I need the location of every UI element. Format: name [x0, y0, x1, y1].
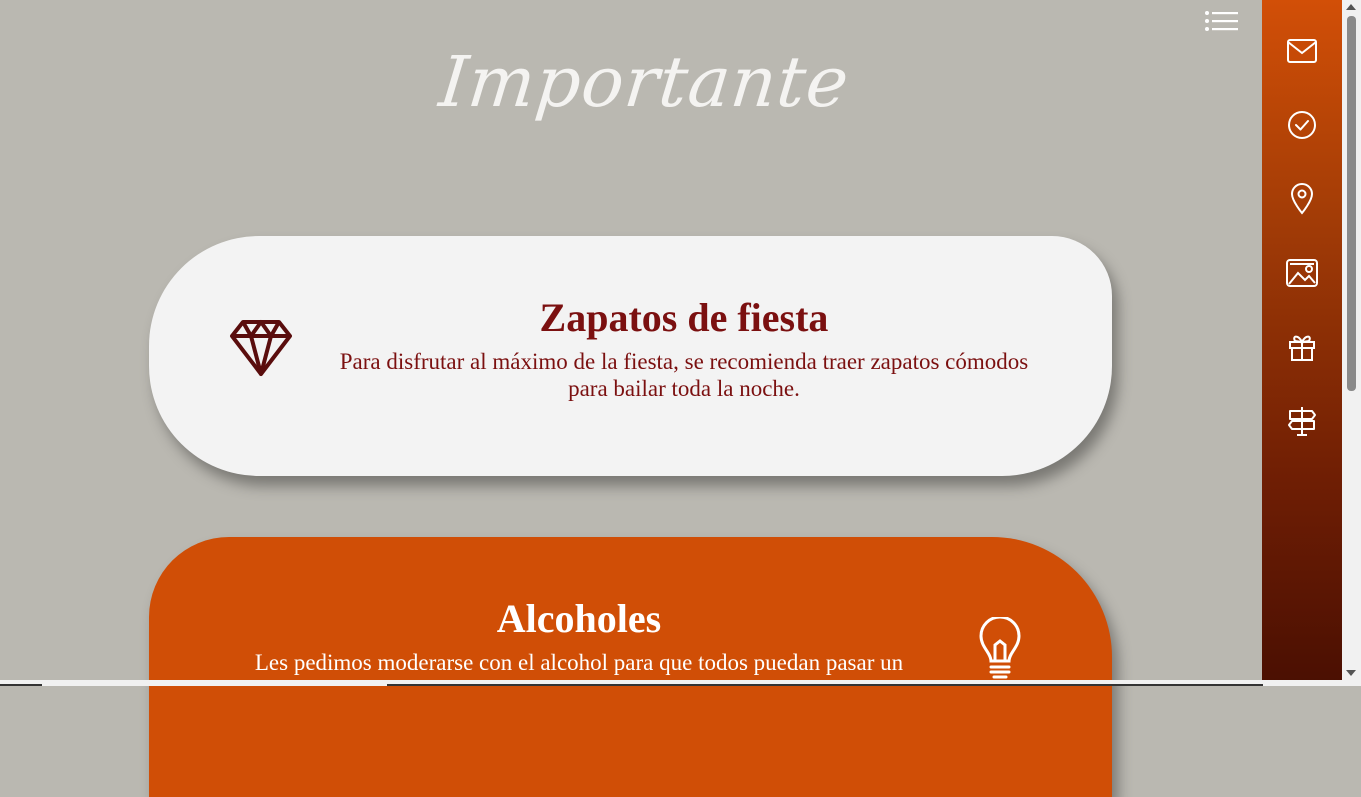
scroll-down-arrow-icon[interactable] [1346, 670, 1356, 676]
envelope-icon [1287, 39, 1317, 63]
info-card-alcohol: Alcoholes Les pedimos moderarse con el a… [149, 537, 1112, 797]
page-title: Importante [435, 41, 854, 123]
info-card-shoes: Zapatos de fiesta Para disfrutar al máxi… [149, 236, 1112, 476]
gift-icon [1289, 335, 1315, 361]
sidebar-item-location[interactable] [1282, 179, 1322, 219]
card-body: Les pedimos moderarse con el alcohol par… [254, 650, 904, 675]
menu-button[interactable] [1203, 8, 1241, 38]
sidebar-item-contact[interactable] [1282, 31, 1322, 71]
scrollbar-thumb[interactable] [1347, 16, 1356, 391]
vertical-scrollbar[interactable] [1342, 0, 1361, 686]
sidebar-item-gallery[interactable] [1282, 253, 1322, 293]
card-content: Zapatos de fiesta Para disfrutar al máxi… [319, 294, 1049, 402]
sidebar-item-gifts[interactable] [1282, 327, 1322, 367]
card-title: Alcoholes [496, 596, 662, 641]
sidebar-nav [1262, 0, 1342, 686]
sidebar-item-confirm[interactable] [1282, 105, 1322, 145]
list-icon [1205, 11, 1238, 31]
location-pin-icon [1290, 183, 1314, 215]
diamond-icon [229, 318, 293, 383]
card-content: Alcoholes Les pedimos moderarse con el a… [209, 595, 949, 676]
scroll-up-arrow-icon[interactable] [1346, 4, 1356, 10]
sidebar-item-directions[interactable] [1282, 401, 1322, 441]
check-circle-icon [1288, 111, 1316, 139]
card-title: Zapatos de fiesta [539, 295, 829, 340]
gallery-icon [1286, 259, 1318, 287]
lightbulb-icon [977, 615, 1023, 686]
signpost-icon [1288, 407, 1316, 436]
card-body: Para disfrutar al máximo de la fiesta, s… [339, 349, 1029, 401]
